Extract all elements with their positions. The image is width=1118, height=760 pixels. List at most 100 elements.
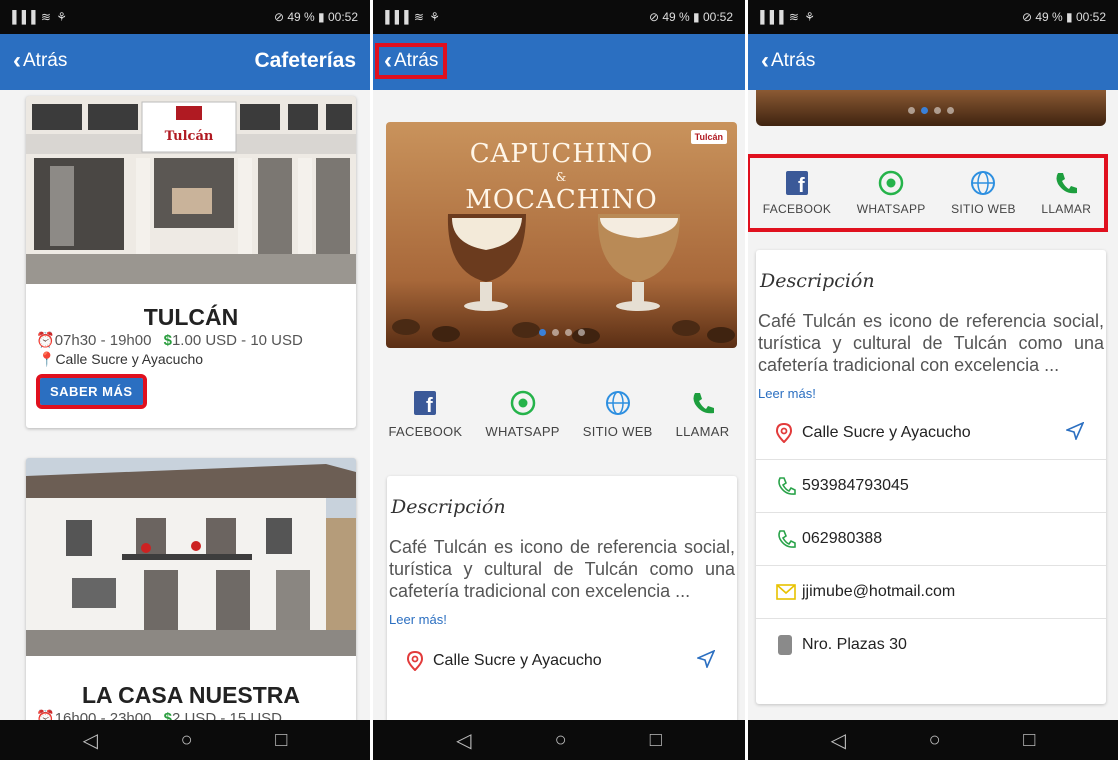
- status-bar: ▐▐▐ ≋ ⚘ ⊘ 49 % ▮ 00:52: [748, 0, 1118, 34]
- back-button[interactable]: ‹ Atrás: [756, 47, 820, 75]
- cafe-meta: ⏰07h30 - 19h00 $1.00 USD - 10 USD: [26, 331, 356, 349]
- detail-content-scrolled[interactable]: f FACEBOOK WHATSAPP SITIO WEB LLAMAR Des…: [748, 90, 1118, 720]
- cafe-price: 2 USD - 15 USD: [171, 710, 283, 720]
- svg-text:f: f: [798, 175, 805, 195]
- carousel-dot[interactable]: [934, 107, 941, 114]
- seats-text: Nro. Plazas 30: [802, 636, 907, 653]
- description-text: Café Tulcán es icono de referencia socia…: [758, 311, 1104, 375]
- read-more-link[interactable]: Leer más!: [389, 612, 737, 627]
- cafe-price: 1.00 USD - 10 USD: [171, 332, 303, 349]
- nav-back-icon[interactable]: ◁: [456, 728, 471, 753]
- address-text: Calle Sucre y Ayacucho: [802, 424, 971, 441]
- location-pin-icon: [776, 423, 802, 443]
- call-button[interactable]: LLAMAR: [676, 388, 730, 439]
- nav-recents-icon[interactable]: □: [275, 729, 287, 752]
- facebook-icon: f: [414, 388, 437, 418]
- nav-recents-icon[interactable]: □: [650, 729, 662, 752]
- android-nav-bar: ◁ ○ □: [0, 720, 370, 760]
- cafe-card-tulcan[interactable]: Tulcán TULCÁN ⏰07h30 - 19h00 $1.00 USD -…: [26, 96, 356, 428]
- cafe-address: Calle Sucre y Ayacucho: [55, 351, 204, 367]
- description-card: Descripción Café Tulcán es icono de refe…: [756, 250, 1106, 704]
- building-illustration: [26, 458, 356, 656]
- whatsapp-label: WHATSAPP: [485, 424, 560, 439]
- nav-home-icon[interactable]: ○: [181, 729, 193, 752]
- cafe-name: LA CASA NUESTRA: [81, 682, 301, 708]
- cafe-list[interactable]: Tulcán TULCÁN ⏰07h30 - 19h00 $1.00 USD -…: [0, 90, 370, 720]
- address-row[interactable]: Calle Sucre y Ayacucho: [756, 407, 1106, 459]
- android-nav-bar: ◁ ○ □: [748, 720, 1118, 760]
- carousel-dot-active[interactable]: [921, 107, 928, 114]
- alarm-clock-icon: ⏰: [36, 710, 55, 720]
- phone-number-2: 062980388: [802, 530, 883, 547]
- location-pin-icon: [407, 651, 433, 671]
- facebook-button[interactable]: f FACEBOOK: [763, 168, 831, 228]
- detail-content[interactable]: CAPUCHINO & MOCACHINO Tulcán f FACEBOOK …: [373, 90, 745, 720]
- promo-carousel-partial[interactable]: [756, 90, 1106, 126]
- globe-icon: [605, 388, 631, 418]
- whatsapp-button[interactable]: WHATSAPP: [857, 168, 926, 228]
- screen-cafeterias-list: ▐▐▐ ≋ ⚘ ⊘ 49 % ▮ 00:52 ‹ Atrás Cafetería…: [0, 0, 370, 760]
- carousel-dot[interactable]: [564, 329, 572, 336]
- back-button[interactable]: ‹ Atrás: [8, 47, 72, 75]
- cafe-name: TULCÁN: [143, 304, 239, 330]
- website-button[interactable]: SITIO WEB: [583, 388, 653, 439]
- read-more-link[interactable]: Leer más!: [758, 386, 1106, 401]
- cafe-meta: ⏰16h00 - 23h00 $2 USD - 15 USD: [26, 709, 356, 720]
- facebook-icon: f: [785, 168, 808, 198]
- dollar-icon: $: [163, 332, 172, 349]
- address-row[interactable]: Calle Sucre y Ayacucho: [387, 635, 737, 687]
- coffee-glasses-illustration: [392, 214, 735, 344]
- nav-home-icon[interactable]: ○: [555, 729, 567, 752]
- app-bar: ‹ Atrás: [748, 34, 1118, 90]
- call-button[interactable]: LLAMAR: [1041, 168, 1091, 228]
- status-bar: ▐▐▐ ≋ ⚘ ⊘ 49 % ▮ 00:52: [373, 0, 745, 34]
- website-label: SITIO WEB: [582, 424, 653, 439]
- website-button[interactable]: SITIO WEB: [951, 168, 1016, 228]
- description-text: Café Tulcán es icono de referencia socia…: [389, 537, 735, 601]
- chevron-left-icon: ‹: [384, 47, 392, 74]
- app-bar: ‹ Atrás Cafeterías: [0, 34, 370, 90]
- email-row[interactable]: jjimube@hotmail.com: [756, 565, 1106, 618]
- chevron-left-icon: ‹: [761, 47, 769, 74]
- screen-cafe-detail-scrolled: ▐▐▐ ≋ ⚘ ⊘ 49 % ▮ 00:52 ‹ Atrás f FACEBOO…: [748, 0, 1118, 760]
- screen-cafe-detail-top: ▐▐▐ ≋ ⚘ ⊘ 49 % ▮ 00:52 ‹ Atrás CAPUCHINO…: [373, 0, 745, 760]
- social-actions: f FACEBOOK WHATSAPP SITIO WEB LLAMAR: [748, 154, 1108, 232]
- saber-mas-button[interactable]: SABER MÁS: [36, 374, 147, 409]
- whatsapp-icon: [510, 388, 536, 418]
- phone-row-mobile[interactable]: 593984793045: [756, 459, 1106, 512]
- status-bar: ▐▐▐ ≋ ⚘ ⊘ 49 % ▮ 00:52: [0, 0, 370, 34]
- android-nav-bar: ◁ ○ □: [373, 720, 745, 760]
- navigate-icon[interactable]: [1064, 420, 1085, 445]
- phone-icon: [690, 388, 716, 418]
- carousel-dot[interactable]: [551, 329, 559, 336]
- phone-row-landline[interactable]: 062980388: [756, 512, 1106, 565]
- seats-row: Nro. Plazas 30: [756, 618, 1106, 671]
- cafe-hours: 07h30 - 19h00: [54, 332, 152, 349]
- back-button[interactable]: ‹ Atrás: [374, 43, 448, 79]
- nav-recents-icon[interactable]: □: [1023, 729, 1035, 752]
- promo-carousel[interactable]: CAPUCHINO & MOCACHINO Tulcán: [386, 122, 737, 348]
- carousel-dot-active[interactable]: [538, 329, 546, 336]
- globe-icon: [970, 168, 996, 198]
- signal-wifi-icons: ▐▐▐ ≋ ⚘: [8, 10, 68, 24]
- carousel-dot[interactable]: [577, 329, 585, 336]
- page-title: Cafeterías: [254, 49, 356, 72]
- nav-back-icon[interactable]: ◁: [83, 728, 98, 753]
- navigate-icon[interactable]: [695, 648, 716, 673]
- carousel-dots: [386, 329, 737, 336]
- nav-home-icon[interactable]: ○: [929, 729, 941, 752]
- chevron-left-icon: ‹: [13, 47, 21, 74]
- facebook-label: FACEBOOK: [762, 202, 832, 216]
- cafe-photo: [26, 458, 356, 656]
- carousel-dot[interactable]: [908, 107, 915, 114]
- whatsapp-button[interactable]: WHATSAPP: [485, 388, 559, 439]
- website-label: SITIO WEB: [951, 202, 1016, 216]
- facebook-button[interactable]: f FACEBOOK: [388, 388, 462, 439]
- carousel-dot[interactable]: [947, 107, 954, 114]
- cafe-card-la-casa-nuestra[interactable]: LA CASA NUESTRA ⏰16h00 - 23h00 $2 USD - …: [26, 458, 356, 720]
- nav-back-icon[interactable]: ◁: [831, 728, 846, 753]
- svg-text:f: f: [426, 395, 433, 415]
- call-label: LLAMAR: [1041, 202, 1092, 216]
- signal-wifi-icons: ▐▐▐ ≋ ⚘: [381, 10, 441, 24]
- back-label: Atrás: [23, 50, 68, 71]
